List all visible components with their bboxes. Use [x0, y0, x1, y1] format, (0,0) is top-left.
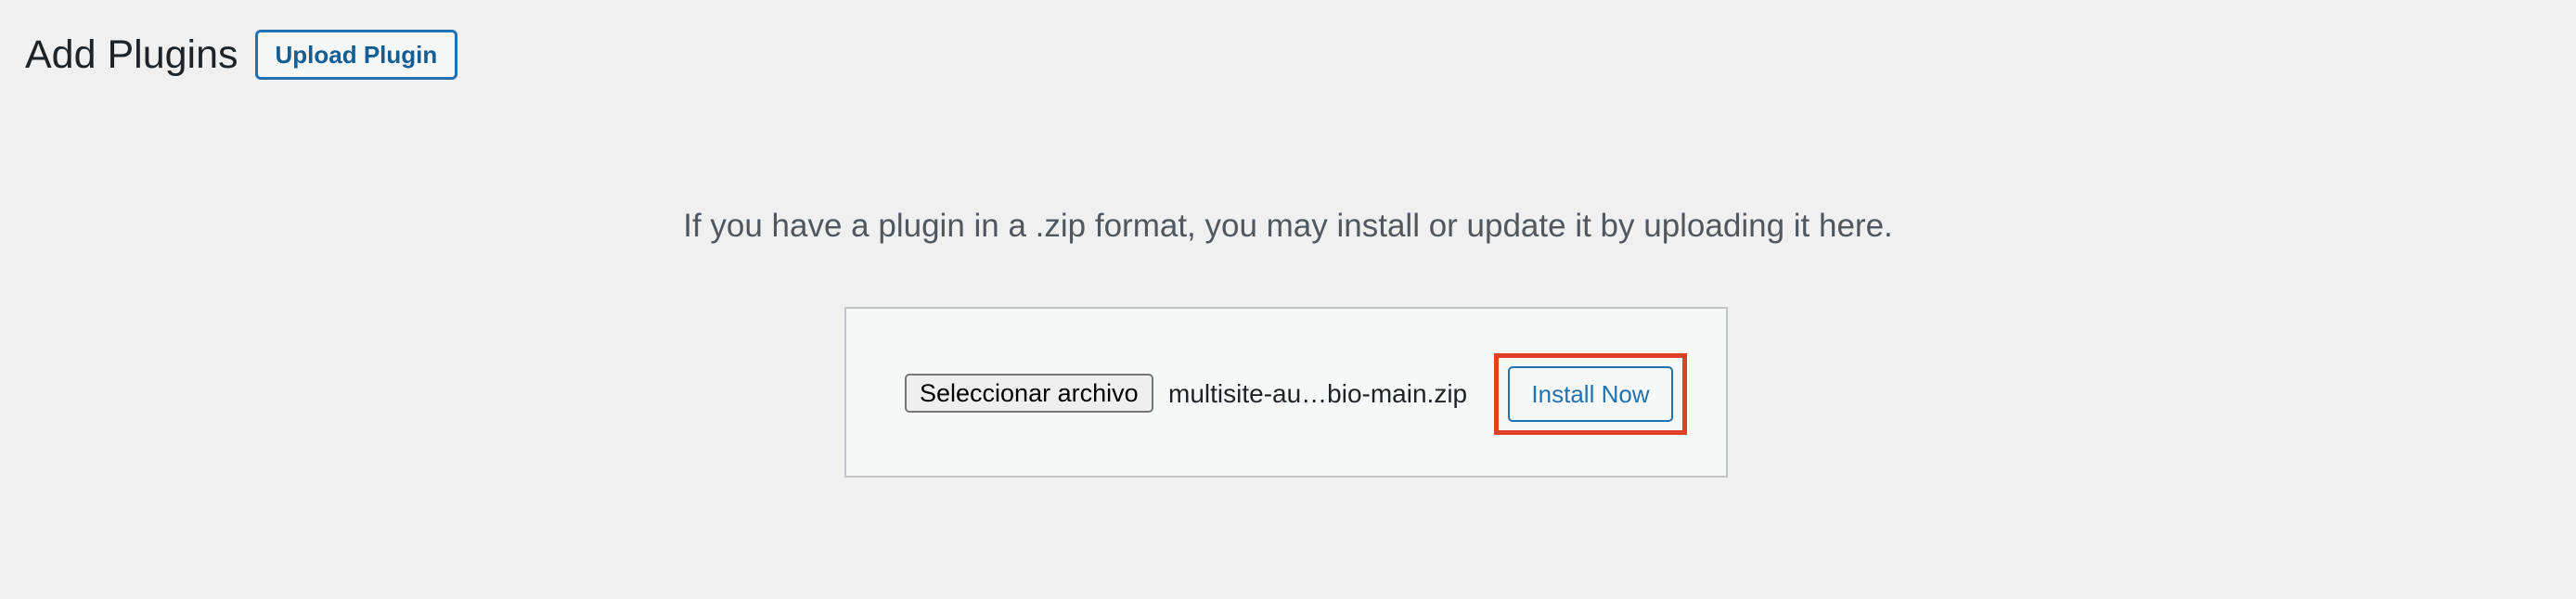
page-header: Add Plugins Upload Plugin: [25, 29, 458, 81]
page-title: Add Plugins: [25, 32, 238, 77]
selected-file-name: multisite-au…bio-main.zip: [1168, 379, 1468, 408]
upload-help-text: If you have a plugin in a .zip format, y…: [683, 208, 1893, 244]
upload-plugin-button[interactable]: Upload Plugin: [254, 30, 458, 80]
install-now-button[interactable]: Install Now: [1508, 366, 1673, 422]
plugin-upload-form: Seleccionar archivo multisite-au…bio-mai…: [844, 307, 1728, 478]
choose-file-button[interactable]: Seleccionar archivo: [905, 374, 1153, 413]
